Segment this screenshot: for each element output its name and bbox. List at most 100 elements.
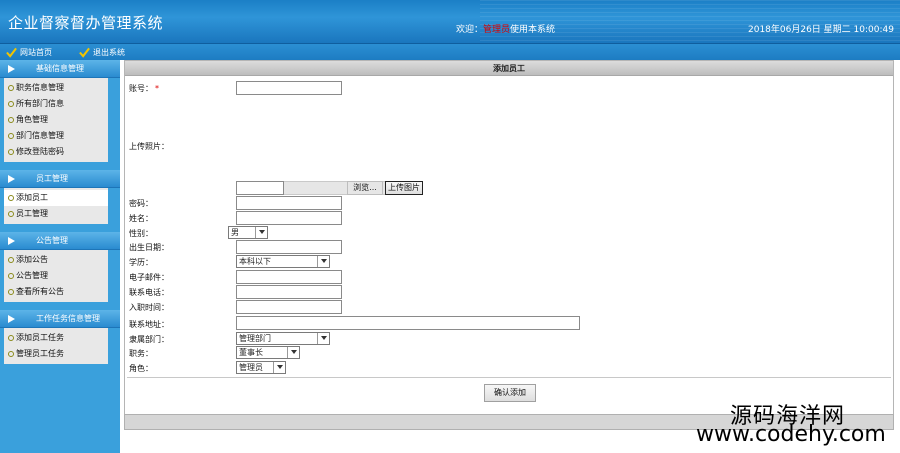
sidebar-group-title: 公告管理 [36, 236, 68, 245]
file-path-input[interactable] [236, 181, 284, 195]
role-value: 管理员 [239, 363, 263, 372]
sidebar-item-label: 职务信息管理 [16, 83, 64, 92]
sidebar-group-tasks[interactable]: 工作任务信息管理 [0, 310, 120, 328]
bullet-icon [8, 211, 14, 217]
sidebar: 基础信息管理 职务信息管理 所有部门信息 角色管理 部门信息管理 修改登陆密码 … [0, 60, 120, 453]
sidebar-item-add-task[interactable]: 添加员工任务 [4, 330, 108, 346]
bullet-icon [8, 195, 14, 201]
phone-label: 联系电话： [129, 288, 169, 297]
current-username: 管理员 [483, 25, 511, 35]
main-content: 添加员工 账号： * 上传照片： 浏览... 上传图片 密码： 姓名： 性别： 男… [120, 60, 900, 453]
gender-select[interactable]: 男 [228, 226, 268, 239]
bullet-icon [8, 85, 14, 91]
hire-date-label: 入职时间： [129, 303, 169, 312]
gender-value: 男 [231, 228, 239, 237]
sidebar-group-items: 职务信息管理 所有部门信息 角色管理 部门信息管理 修改登陆密码 [4, 78, 108, 162]
sidebar-group-items: 添加员工任务 管理员工任务 [4, 328, 108, 364]
password-label: 密码： [129, 199, 153, 208]
sidebar-item-manage-tasks[interactable]: 管理员工任务 [4, 346, 108, 362]
sidebar-item-label: 查看所有公告 [16, 287, 64, 296]
expand-arrow-icon [8, 175, 15, 183]
education-label: 学历： [129, 258, 153, 267]
sidebar-item-label: 公告管理 [16, 271, 48, 280]
account-label-text: 账号： [129, 84, 153, 93]
sidebar-group-basic-info[interactable]: 基础信息管理 [0, 60, 120, 78]
chevron-down-icon [287, 347, 299, 358]
app-header: 企业督察督办管理系统 欢迎：管理员使用本系统 2018年06月26日 星期二 1… [0, 0, 900, 44]
birth-date-input[interactable] [236, 240, 342, 254]
hire-date-input[interactable] [236, 300, 342, 314]
email-input[interactable] [236, 270, 342, 284]
top-toolbar: 网站首页 退出系统 [0, 44, 900, 60]
browse-button[interactable]: 浏览... [347, 181, 383, 195]
sidebar-item-add-employee[interactable]: 添加员工 [4, 190, 108, 206]
bullet-icon [8, 117, 14, 123]
role-label: 角色： [129, 364, 153, 373]
bullet-icon [8, 351, 14, 357]
address-label: 联系地址： [129, 320, 169, 329]
sidebar-item-department-info[interactable]: 部门信息管理 [4, 128, 108, 144]
name-input[interactable] [236, 211, 342, 225]
birth-date-label: 出生日期： [129, 243, 169, 252]
home-link-label: 网站首页 [20, 47, 52, 57]
checkmark-icon [79, 47, 90, 58]
password-input[interactable] [236, 196, 342, 210]
chevron-down-icon [317, 333, 329, 344]
account-input[interactable] [236, 81, 342, 95]
sidebar-item-change-password[interactable]: 修改登陆密码 [4, 144, 108, 160]
bullet-icon [8, 289, 14, 295]
education-value: 本科以下 [239, 257, 271, 266]
sidebar-item-label: 员工管理 [16, 209, 48, 218]
submit-add-button[interactable]: 确认添加 [484, 384, 536, 402]
department-select[interactable]: 管理部门 [236, 332, 330, 345]
sidebar-item-label: 添加员工 [16, 193, 48, 202]
sidebar-item-label: 角色管理 [16, 115, 48, 124]
chevron-down-icon [273, 362, 285, 373]
form-divider [127, 377, 891, 378]
bullet-icon [8, 101, 14, 107]
sidebar-group-items: 添加员工 员工管理 [4, 188, 108, 224]
logout-link[interactable]: 退出系统 [79, 46, 125, 58]
app-title: 企业督察督办管理系统 [8, 14, 164, 32]
position-value: 董事长 [239, 348, 263, 357]
sidebar-item-manage-notices[interactable]: 公告管理 [4, 268, 108, 284]
bullet-icon [8, 257, 14, 263]
email-label: 电子邮件： [129, 273, 169, 282]
sidebar-item-manage-employees[interactable]: 员工管理 [4, 206, 108, 222]
position-select[interactable]: 董事长 [236, 346, 300, 359]
name-label: 姓名： [129, 214, 153, 223]
expand-arrow-icon [8, 315, 15, 323]
sidebar-group-title: 员工管理 [36, 174, 68, 183]
bullet-icon [8, 149, 14, 155]
sidebar-item-label: 添加公告 [16, 255, 48, 264]
watermark-site-url: www.codehy.com [696, 422, 886, 447]
sidebar-item-all-departments[interactable]: 所有部门信息 [4, 96, 108, 112]
role-select[interactable]: 管理员 [236, 361, 286, 374]
welcome-suffix: 使用本系统 [510, 25, 556, 35]
sidebar-item-position-info[interactable]: 职务信息管理 [4, 80, 108, 96]
address-input[interactable] [236, 316, 580, 330]
sidebar-item-roles[interactable]: 角色管理 [4, 112, 108, 128]
phone-input[interactable] [236, 285, 342, 299]
position-label: 职务： [129, 349, 153, 358]
expand-arrow-icon [8, 65, 15, 73]
sidebar-group-notices[interactable]: 公告管理 [0, 232, 120, 250]
add-employee-panel: 添加员工 账号： * 上传照片： 浏览... 上传图片 密码： 姓名： 性别： 男… [124, 60, 894, 430]
home-link[interactable]: 网站首页 [6, 46, 52, 58]
bullet-icon [8, 133, 14, 139]
current-datetime: 2018年06月26日 星期二 10:00:49 [748, 25, 894, 35]
education-select[interactable]: 本科以下 [236, 255, 330, 268]
checkmark-icon [6, 47, 17, 58]
expand-arrow-icon [8, 237, 15, 245]
gender-label: 性别： [129, 229, 153, 238]
sidebar-item-view-all-notices[interactable]: 查看所有公告 [4, 284, 108, 300]
sidebar-item-add-notice[interactable]: 添加公告 [4, 252, 108, 268]
chevron-down-icon [317, 256, 329, 267]
upload-image-button[interactable]: 上传图片 [385, 181, 423, 195]
chevron-down-icon [255, 227, 267, 238]
sidebar-group-title: 基础信息管理 [36, 64, 84, 73]
sidebar-group-employees[interactable]: 员工管理 [0, 170, 120, 188]
bullet-icon [8, 273, 14, 279]
sidebar-item-label: 修改登陆密码 [16, 147, 64, 156]
welcome-prefix: 欢迎： [456, 25, 484, 35]
